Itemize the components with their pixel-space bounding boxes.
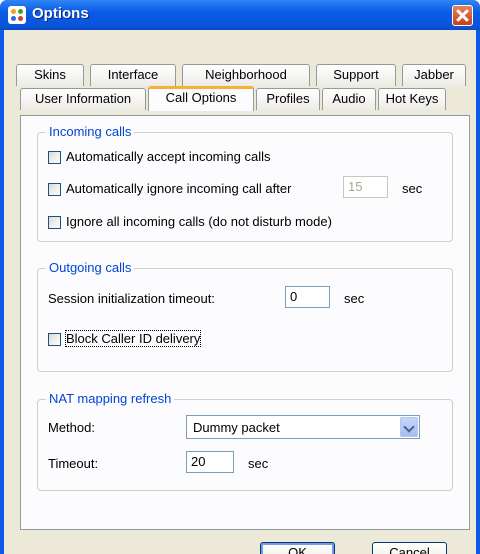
auto-accept-checkbox[interactable]	[48, 151, 61, 164]
close-icon[interactable]	[452, 5, 473, 26]
ignore-all-label[interactable]: Ignore all incoming calls (do not distur…	[66, 214, 332, 229]
block-caller-id-checkbox[interactable]	[48, 333, 61, 346]
dialog-client-area: Skins Interface Neighborhood Support Jab…	[4, 30, 476, 554]
tab-neighborhood[interactable]: Neighborhood	[182, 64, 310, 86]
app-icon	[8, 6, 26, 24]
block-caller-id-label[interactable]: Block Caller ID delivery	[64, 330, 202, 347]
chevron-down-icon[interactable]	[400, 417, 418, 437]
auto-ignore-label[interactable]: Automatically ignore incoming call after	[66, 181, 291, 196]
method-label: Method:	[48, 420, 95, 435]
tab-row-front: User Information Call Options Profiles A…	[20, 86, 470, 111]
tab-audio[interactable]: Audio	[322, 88, 376, 110]
auto-ignore-seconds-input[interactable]: 15	[343, 176, 388, 198]
tab-profiles[interactable]: Profiles	[256, 88, 320, 110]
tab-support[interactable]: Support	[316, 64, 396, 86]
method-select[interactable]: Dummy packet	[186, 415, 420, 439]
ignore-all-checkbox[interactable]	[48, 216, 61, 229]
outgoing-calls-group: Outgoing calls Session initialization ti…	[37, 260, 453, 372]
tab-jabber[interactable]: Jabber	[402, 64, 466, 86]
incoming-calls-group: Incoming calls Automatically accept inco…	[37, 124, 453, 242]
nat-timeout-unit: sec	[248, 456, 269, 471]
method-select-value: Dummy packet	[193, 420, 280, 435]
call-options-panel: Incoming calls Automatically accept inco…	[20, 115, 470, 530]
session-timeout-unit: sec	[344, 291, 365, 306]
title-bar[interactable]: Options	[0, 0, 480, 30]
ok-button[interactable]: OK	[260, 542, 335, 554]
tab-user-information[interactable]: User Information	[20, 88, 146, 110]
auto-accept-label[interactable]: Automatically accept incoming calls	[66, 149, 270, 164]
session-timeout-input[interactable]: 0	[285, 286, 330, 308]
cancel-button[interactable]: Cancel	[372, 542, 447, 554]
tab-hot-keys[interactable]: Hot Keys	[378, 88, 446, 110]
options-window: Options Skins Interface Neighborhood Sup…	[0, 0, 480, 554]
tab-call-options[interactable]: Call Options	[148, 86, 254, 111]
tab-skins[interactable]: Skins	[16, 64, 84, 86]
nat-mapping-group: NAT mapping refresh Method: Dummy packet…	[37, 391, 453, 491]
timeout-label: Timeout:	[48, 456, 99, 471]
nat-timeout-input[interactable]: 20	[186, 451, 234, 473]
incoming-calls-title: Incoming calls	[46, 124, 135, 139]
session-timeout-label: Session initialization timeout:	[48, 291, 215, 306]
auto-ignore-unit: sec	[402, 181, 423, 196]
auto-ignore-checkbox[interactable]	[48, 183, 61, 196]
nat-mapping-title: NAT mapping refresh	[46, 391, 175, 406]
outgoing-calls-title: Outgoing calls	[46, 260, 135, 275]
tab-interface[interactable]: Interface	[90, 64, 176, 86]
window-title: Options	[32, 5, 89, 22]
tab-row-back: Skins Interface Neighborhood Support Jab…	[16, 64, 466, 86]
